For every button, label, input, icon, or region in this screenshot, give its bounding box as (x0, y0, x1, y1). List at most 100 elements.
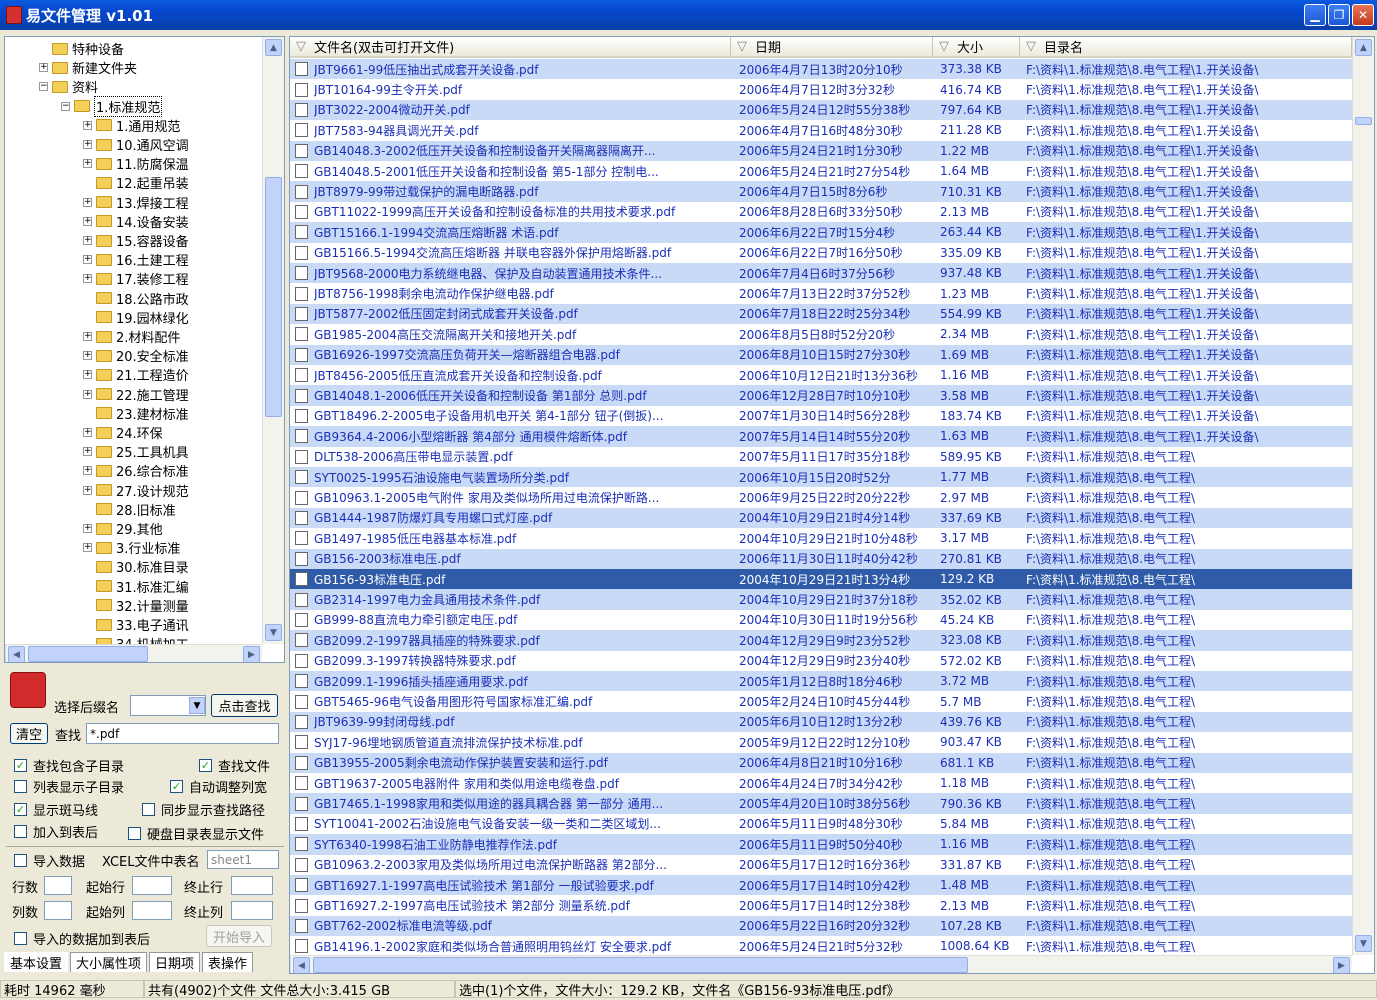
tree-item[interactable]: +22.施工管理 (83, 385, 189, 404)
table-row[interactable]: GB2099.3-1997转换器特殊要求.pdf 2004年12月29日9时23分… (290, 651, 1352, 671)
start-row-input[interactable] (132, 876, 172, 895)
checkbox-checked-icon[interactable]: ✓ (170, 780, 183, 793)
tree-item[interactable]: +17.装修工程 (83, 269, 189, 288)
scroll-down-arrow-icon[interactable]: ▼ (1355, 935, 1372, 952)
table-row[interactable]: GBT18496.2-2005电子设备用机电开关 第4-1部分 钮子(倒扳)..… (290, 406, 1352, 426)
option-append[interactable]: 加入到表后 (14, 822, 98, 841)
table-row[interactable]: JBT8979-99带过载保护的漏电断路器.pdf 2006年4月7日15时8分6… (290, 181, 1352, 202)
tree-vertical-scrollbar[interactable]: ▲ ▼ (262, 37, 284, 644)
expand-icon[interactable]: + (83, 159, 92, 169)
table-row[interactable]: SYJ17-96埋地钢质管道直流排流保护技术标准.pdf 2005年9月12日22… (290, 732, 1352, 752)
expand-icon[interactable]: + (83, 485, 92, 495)
tree-item[interactable]: − 资料 (39, 77, 98, 96)
maximize-button[interactable]: ❐ (1328, 4, 1350, 26)
expand-icon[interactable]: + (83, 274, 92, 284)
search-input[interactable]: *.pdf (86, 723, 279, 744)
expand-icon[interactable]: + (39, 63, 48, 73)
tree-item[interactable]: +16.土建工程 (83, 250, 189, 269)
checkbox-checked-icon[interactable]: ✓ (199, 759, 212, 772)
end-col-input[interactable] (231, 901, 273, 920)
table-row[interactable]: GBT16927.2-1997高电压试验技术 第2部分 测量系统.pdf 2006… (290, 895, 1352, 915)
column-header-size[interactable]: ▽ 大小 (933, 37, 1020, 58)
hscroll-thumb[interactable] (28, 646, 148, 662)
table-row[interactable]: SYT6340-1998石油工业防静电推荐作法.pdf 2006年5月11日9时5… (290, 834, 1352, 855)
hscroll-thumb[interactable] (313, 957, 968, 973)
option-disk-dirs[interactable]: 硬盘目录表显示文件 (128, 824, 264, 843)
expand-icon[interactable]: + (83, 447, 92, 457)
scroll-thumb[interactable] (265, 177, 282, 417)
table-row[interactable]: GB156-93标准电压.pdf 2004年10月29日21时13分4秒 129.2… (290, 569, 1352, 590)
col-count-input[interactable] (44, 901, 72, 920)
expand-icon[interactable]: + (83, 543, 92, 553)
scroll-down-arrow-icon[interactable]: ▼ (265, 624, 282, 641)
tree-item[interactable]: +1.通用规范 (83, 116, 180, 135)
expand-icon[interactable]: + (83, 428, 92, 437)
tree-item[interactable]: 23.建材标准 (83, 404, 189, 423)
table-row[interactable]: JBT10164-99主令开关.pdf 2006年4月7日12时3分32秒 416.… (290, 79, 1352, 99)
table-row[interactable]: GBT19637-2005电器附件 家用和类似用途电缆卷盘.pdf 2006年4月… (290, 773, 1352, 793)
scroll-left-arrow-icon[interactable]: ◀ (293, 957, 310, 973)
table-row[interactable]: JBT5877-2002低压固定封闭式成套开关设备.pdf 2006年7月18日2… (290, 303, 1352, 325)
end-row-input[interactable] (231, 876, 273, 895)
checkbox-icon[interactable] (14, 780, 27, 793)
list-horizontal-scrollbar[interactable]: ◀ ▶ (290, 955, 1352, 973)
tree-item[interactable]: 28.旧标准 (83, 500, 176, 519)
tab-size-attributes[interactable]: 大小属性项 (70, 952, 148, 972)
expand-icon[interactable]: + (83, 255, 92, 265)
tree-horizontal-scrollbar[interactable]: ◀ ▶ (5, 644, 262, 662)
column-header-date[interactable]: ▽ 日期 (731, 37, 933, 58)
tree-item[interactable]: 特种设备 (39, 39, 124, 58)
expand-icon[interactable]: + (83, 140, 92, 149)
option-sub-dirs[interactable]: ✓ 查找包含子目录 (14, 756, 124, 775)
tree-item[interactable]: +26.综合标准 (83, 461, 189, 480)
tree-item[interactable]: +10.通风空调 (83, 135, 189, 154)
table-row[interactable]: JBT8456-2005低压直流成套开关设备和控制设备.pdf 2006年10月1… (290, 365, 1352, 385)
tree-item[interactable]: +27.设计规范 (83, 481, 189, 500)
table-row[interactable]: GB10963.1-2005电气附件 家用及类似场所用过电流保护断路... 200… (290, 487, 1352, 507)
table-row[interactable]: GB9364.4-2006小型熔断器 第4部分 通用模件熔断体.pdf 2007年… (290, 426, 1352, 447)
tree-item[interactable]: +20.安全标准 (83, 346, 189, 365)
table-row[interactable]: GB10963.2-2003家用及类似场所用过电流保护断路器 第2部分... 20… (290, 855, 1352, 875)
table-row[interactable]: DLT538-2006高压带电显示装置.pdf 2007年5月11日17时35分1… (290, 447, 1352, 467)
table-row[interactable]: GB14048.5-2001低压开关设备和控制设备 第5-1部分 控制电... 2… (290, 161, 1352, 181)
table-row[interactable]: GB1444-1987防爆灯具专用螺口式灯座.pdf 2004年10月29日21时… (290, 507, 1352, 529)
tree-item[interactable]: 12.起重吊装 (83, 173, 189, 192)
expand-icon[interactable]: + (83, 466, 92, 476)
tree-item[interactable]: +11.防腐保温 (83, 154, 189, 173)
tree-item[interactable]: 30.标准目录 (83, 557, 189, 576)
table-row[interactable]: GB2099.2-1997器具插座的特殊要求.pdf 2004年12月29日9时2… (290, 630, 1352, 651)
tree-item[interactable]: +21.工程造价 (83, 365, 189, 384)
table-row[interactable]: GBT762-2002标准电流等级.pdf 2006年5月22日16时20分32秒… (290, 915, 1352, 937)
collapse-icon[interactable]: − (39, 82, 48, 92)
checkbox-checked-icon[interactable]: ✓ (14, 803, 27, 816)
table-row[interactable]: JBT8756-1998剩余电流动作保护继电器.pdf 2006年7月13日22时… (290, 283, 1352, 303)
option-import-append[interactable]: 导入的数据加到表后 (14, 929, 150, 948)
expand-icon[interactable]: + (83, 370, 92, 380)
column-header-filename[interactable]: ▽ 文件名(双击可打开文件) (290, 37, 731, 58)
table-row[interactable]: GBT5465-96电气设备用图形符号国家标准汇编.pdf 2005年2月24日1… (290, 691, 1352, 711)
table-row[interactable]: JBT7583-94器具调光开关.pdf 2006年4月7日16时48分30秒 21… (290, 120, 1352, 140)
table-row[interactable]: GB2099.1-1996插头插座通用要求.pdf 2005年1月12日8时18分… (290, 671, 1352, 692)
checkbox-icon[interactable] (14, 854, 27, 867)
option-zebra[interactable]: ✓ 显示斑马线 (14, 800, 98, 819)
checkbox-checked-icon[interactable]: ✓ (14, 759, 27, 772)
tree-item[interactable]: +15.容器设备 (83, 231, 189, 250)
start-col-input[interactable] (132, 901, 172, 920)
expand-icon[interactable]: + (83, 236, 92, 245)
expand-icon[interactable]: + (83, 524, 92, 533)
folder-tree[interactable]: 特种设备 + 新建文件夹 − 资料 −1.标准规范 +1.通用规范 +10.通风空调 +11.防… (4, 36, 285, 663)
scroll-left-arrow-icon[interactable]: ◀ (8, 646, 25, 662)
tree-item[interactable]: − 1.标准规范 (61, 95, 163, 117)
scroll-right-arrow-icon[interactable]: ▶ (1333, 957, 1350, 973)
sheet-input[interactable]: sheet1 (207, 850, 279, 869)
table-row[interactable]: GB17465.1-1998家用和类似用途的器具耦合器 第一部分 通用... 20… (290, 793, 1352, 814)
table-row[interactable]: JBT9661-99低压抽出式成套开关设备.pdf 2006年4月7日13时20分… (290, 59, 1352, 80)
table-row[interactable]: GB14048.1-2006低压开关设备和控制设备 第1部分 总则.pdf 200… (290, 385, 1352, 406)
table-row[interactable]: SYT10041-2002石油设施电气设备安装一级一类和二类区域划... 2006… (290, 814, 1352, 834)
tab-table-ops[interactable]: 表操作 (202, 952, 254, 972)
file-list[interactable]: ▽ 文件名(双击可打开文件) ▽ 日期 ▽ 大小 ▽ 目录名 JBT9661-99低压抽… (289, 36, 1375, 974)
tree-item[interactable]: +2.材料配件 (83, 327, 180, 346)
tab-date[interactable]: 日期项 (149, 952, 201, 972)
tree-item[interactable]: 19.园林绿化 (83, 308, 189, 327)
table-row[interactable]: JBT3022-2004微动开关.pdf 2006年5月24日12时55分38秒 7… (290, 99, 1352, 121)
